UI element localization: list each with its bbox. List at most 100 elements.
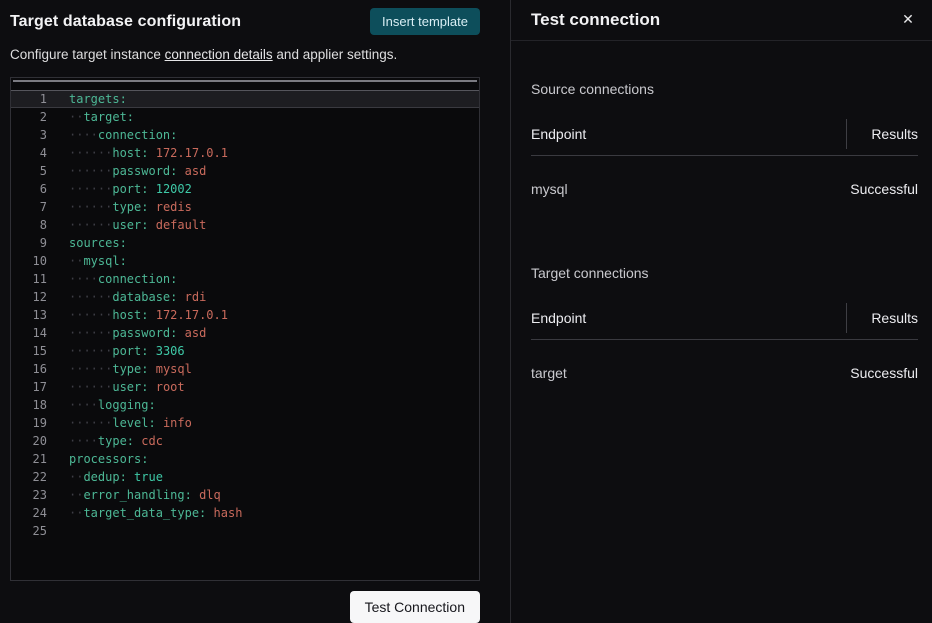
target-connections-section: Target connections Endpoint Results targ… bbox=[531, 265, 918, 409]
editor-line[interactable]: 11····connection: bbox=[11, 270, 479, 288]
code-content: ····type: cdc bbox=[53, 432, 479, 450]
yaml-key: type: bbox=[98, 434, 134, 448]
indent-guide: ······ bbox=[69, 218, 112, 232]
panel-title: Test connection bbox=[531, 10, 660, 30]
yaml-key: mysql: bbox=[83, 254, 126, 268]
editor-line[interactable]: 21processors: bbox=[11, 450, 479, 468]
editor-line[interactable]: 20····type: cdc bbox=[11, 432, 479, 450]
yaml-value: info bbox=[163, 416, 192, 430]
editor-line[interactable]: 14······password: asd bbox=[11, 324, 479, 342]
indent-guide: ······ bbox=[69, 326, 112, 340]
results-header: Results bbox=[846, 303, 918, 333]
code-content: ······type: redis bbox=[53, 198, 479, 216]
yaml-key: database: bbox=[112, 290, 177, 304]
indent-guide: ······ bbox=[69, 200, 112, 214]
connections-table: Endpoint Results mysql Successful bbox=[531, 119, 918, 225]
indent-guide: ···· bbox=[69, 434, 98, 448]
test-connection-panel: Test connection ✕ Source connections End… bbox=[510, 0, 932, 623]
editor-line[interactable]: 5······password: asd bbox=[11, 162, 479, 180]
indent-guide: ······ bbox=[69, 344, 112, 358]
code-content: ······password: asd bbox=[53, 324, 479, 342]
endpoint-header: Endpoint bbox=[531, 303, 586, 333]
line-number: 22 bbox=[11, 468, 53, 486]
editor-cursor-line bbox=[13, 80, 477, 82]
code-content: ······password: asd bbox=[53, 162, 479, 180]
line-number: 19 bbox=[11, 414, 53, 432]
code-content: ··target: bbox=[53, 108, 479, 126]
connection-details-link[interactable]: connection details bbox=[165, 47, 273, 62]
editor-line[interactable]: 23··error_handling: dlq bbox=[11, 486, 479, 504]
code-content: ······port: 12002 bbox=[53, 180, 479, 198]
editor-line[interactable]: 15······port: 3306 bbox=[11, 342, 479, 360]
code-content: ······user: default bbox=[53, 216, 479, 234]
target-config-panel: Target database configuration Insert tem… bbox=[0, 0, 510, 623]
editor-line[interactable]: 4······host: 172.17.0.1 bbox=[11, 144, 479, 162]
table-divider bbox=[531, 155, 918, 156]
test-connection-button[interactable]: Test Connection bbox=[350, 591, 480, 623]
panel-header: Test connection ✕ bbox=[511, 0, 932, 41]
insert-template-button[interactable]: Insert template bbox=[370, 8, 480, 35]
editor-line[interactable]: 17······user: root bbox=[11, 378, 479, 396]
code-content: ······type: mysql bbox=[53, 360, 479, 378]
yaml-key: type: bbox=[112, 362, 148, 376]
editor-line[interactable]: 2··target: bbox=[11, 108, 479, 126]
yaml-key: host: bbox=[112, 308, 148, 322]
editor-line[interactable]: 8······user: default bbox=[11, 216, 479, 234]
code-content: sources: bbox=[53, 234, 479, 252]
line-number: 25 bbox=[11, 522, 53, 540]
editor-line[interactable]: 9sources: bbox=[11, 234, 479, 252]
indent-guide: ·· bbox=[69, 470, 83, 484]
yaml-key: port: bbox=[112, 182, 148, 196]
yaml-key: host: bbox=[112, 146, 148, 160]
subtitle-suffix: and applier settings. bbox=[273, 47, 398, 62]
result-status: Successful bbox=[850, 365, 918, 381]
editor-line[interactable]: 7······type: redis bbox=[11, 198, 479, 216]
code-content: ····connection: bbox=[53, 126, 479, 144]
line-number: 10 bbox=[11, 252, 53, 270]
yaml-key: error_handling: bbox=[83, 488, 191, 502]
editor-line[interactable]: 16······type: mysql bbox=[11, 360, 479, 378]
source-connections-section: Source connections Endpoint Results mysq… bbox=[531, 81, 918, 225]
line-number: 5 bbox=[11, 162, 53, 180]
close-icon[interactable]: ✕ bbox=[894, 6, 922, 34]
indent-guide: ·· bbox=[69, 488, 83, 502]
yaml-key: password: bbox=[112, 164, 177, 178]
code-content: ······host: 172.17.0.1 bbox=[53, 144, 479, 162]
yaml-value: mysql bbox=[156, 362, 192, 376]
code-content: ··mysql: bbox=[53, 252, 479, 270]
editor-line[interactable]: 25 bbox=[11, 522, 479, 540]
editor-line[interactable]: 3····connection: bbox=[11, 126, 479, 144]
indent-guide: ···· bbox=[69, 398, 98, 412]
editor-line[interactable]: 1targets: bbox=[11, 90, 479, 108]
editor-line[interactable]: 12······database: rdi bbox=[11, 288, 479, 306]
code-content: ··dedup: true bbox=[53, 468, 479, 486]
yaml-value: default bbox=[156, 218, 207, 232]
editor-line[interactable]: 6······port: 12002 bbox=[11, 180, 479, 198]
yaml-key: connection: bbox=[98, 272, 177, 286]
yaml-value: hash bbox=[214, 506, 243, 520]
yaml-key: targets: bbox=[69, 92, 127, 106]
subtitle-prefix: Configure target instance bbox=[10, 47, 165, 62]
editor-line[interactable]: 18····logging: bbox=[11, 396, 479, 414]
yaml-editor[interactable]: 1targets:2··target:3····connection:4····… bbox=[10, 77, 480, 581]
line-number: 18 bbox=[11, 396, 53, 414]
editor-line[interactable]: 19······level: info bbox=[11, 414, 479, 432]
line-number: 14 bbox=[11, 324, 53, 342]
yaml-key: level: bbox=[112, 416, 155, 430]
indent-guide: ······ bbox=[69, 182, 112, 196]
line-number: 20 bbox=[11, 432, 53, 450]
yaml-key: sources: bbox=[69, 236, 127, 250]
editor-line[interactable]: 24··target_data_type: hash bbox=[11, 504, 479, 522]
editor-line[interactable]: 22··dedup: true bbox=[11, 468, 479, 486]
editor-line[interactable]: 10··mysql: bbox=[11, 252, 479, 270]
line-number: 21 bbox=[11, 450, 53, 468]
endpoint-header: Endpoint bbox=[531, 119, 586, 149]
yaml-value: cdc bbox=[141, 434, 163, 448]
table-header: Endpoint Results bbox=[531, 303, 918, 333]
line-number: 12 bbox=[11, 288, 53, 306]
editor-line[interactable]: 13······host: 172.17.0.1 bbox=[11, 306, 479, 324]
indent-guide: ······ bbox=[69, 164, 112, 178]
yaml-value: dlq bbox=[199, 488, 221, 502]
yaml-value: asd bbox=[185, 164, 207, 178]
table-row: mysql Successful bbox=[531, 181, 918, 225]
